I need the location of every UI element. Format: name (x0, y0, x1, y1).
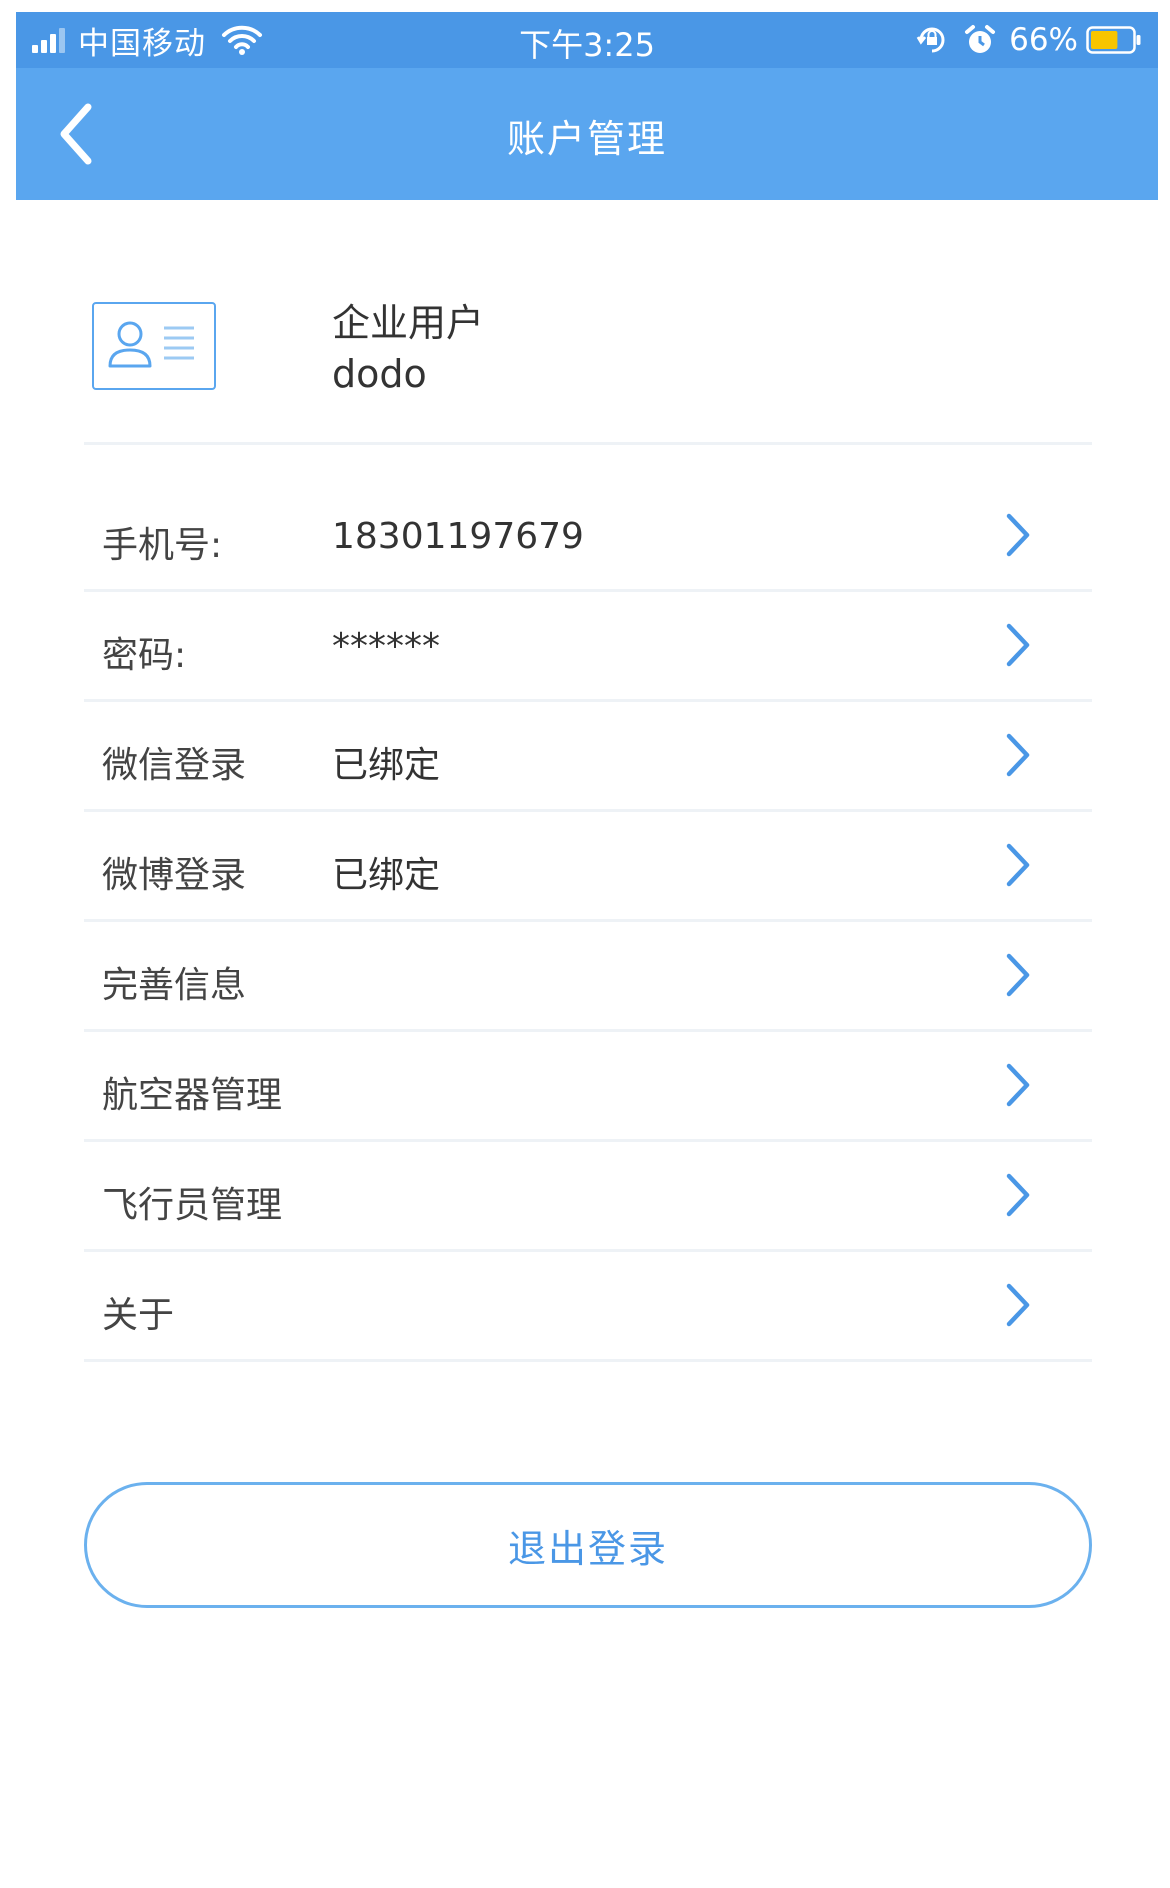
battery-icon (1086, 26, 1141, 54)
user-name: dodo (332, 352, 427, 396)
status-right: 66% (901, 20, 1142, 60)
row-label: 微博登录 (102, 855, 247, 896)
account-settings-list: 手机号: 18301197679 密码: ****** 微信登录 已绑定 微博登… (84, 482, 1092, 1362)
row-value: ****** (332, 626, 440, 667)
app-screen: 中国移动 下午3:25 66% 账户管理 企业用户 dodo 手机号: 1830… (16, 12, 1158, 1888)
row-value: 已绑定 (332, 855, 441, 896)
row-complete-info[interactable]: 完善信息 (84, 922, 1092, 1032)
row-weibo-login[interactable]: 微博登录 已绑定 (84, 812, 1092, 922)
row-pilot-management[interactable]: 飞行员管理 (84, 1142, 1092, 1252)
row-label: 完善信息 (102, 965, 247, 1006)
id-card-icon (92, 302, 216, 390)
navigation-bar: 账户管理 (16, 68, 1158, 200)
logout-label: 退出登录 (507, 1526, 668, 1571)
row-label: 关于 (102, 1295, 175, 1336)
row-label: 飞行员管理 (102, 1185, 283, 1226)
chevron-right-icon (1006, 1173, 1030, 1217)
chevron-right-icon (1006, 953, 1030, 997)
profile-divider (84, 442, 1092, 445)
alarm-icon (965, 25, 996, 53)
page-title: 账户管理 (506, 117, 667, 161)
row-about[interactable]: 关于 (84, 1252, 1092, 1362)
row-value: 已绑定 (332, 745, 441, 786)
chevron-right-icon (1006, 513, 1030, 557)
row-label: 航空器管理 (102, 1075, 283, 1116)
user-type: 企业用户 (332, 301, 485, 345)
profile-section: 企业用户 dodo (84, 282, 1092, 442)
rotation-lock-icon (916, 27, 945, 53)
chevron-right-icon (1006, 1283, 1030, 1327)
chevron-right-icon (1006, 623, 1030, 667)
chevron-right-icon (1006, 733, 1030, 777)
logout-button[interactable]: 退出登录 (84, 1482, 1092, 1608)
row-label: 密码: (102, 635, 187, 676)
row-aircraft-management[interactable]: 航空器管理 (84, 1032, 1092, 1142)
battery-percent: 66% (1009, 22, 1078, 58)
status-bar: 中国移动 下午3:25 66% (16, 12, 1158, 68)
chevron-right-icon (1006, 843, 1030, 887)
row-label: 手机号: (102, 525, 223, 566)
row-divider (84, 1359, 1092, 1362)
row-password[interactable]: 密码: ****** (84, 592, 1092, 702)
row-label: 微信登录 (102, 745, 247, 786)
row-phone[interactable]: 手机号: 18301197679 (84, 482, 1092, 592)
row-value: 18301197679 (332, 516, 584, 557)
row-wechat-login[interactable]: 微信登录 已绑定 (84, 702, 1092, 812)
chevron-right-icon (1006, 1063, 1030, 1107)
